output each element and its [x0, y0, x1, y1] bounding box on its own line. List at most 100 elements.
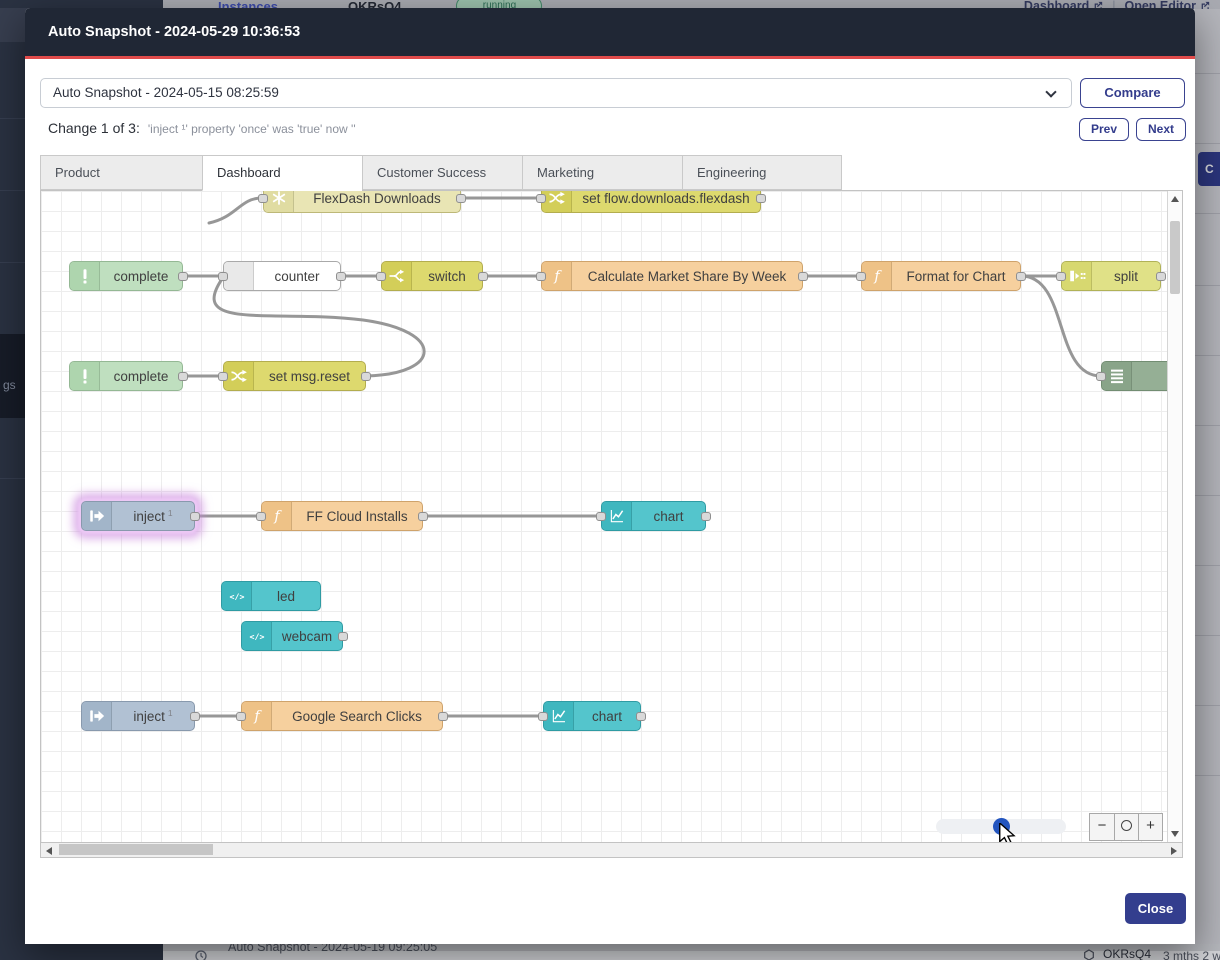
- scroll-left-arrow[interactable]: [46, 847, 52, 855]
- flow-node-calculate-market-share: fCalculate Market Share By Week: [541, 261, 803, 291]
- flow-node-chart-2: chart: [543, 701, 641, 731]
- input-port: [596, 512, 606, 521]
- vertical-scrollbar-thumb[interactable]: [1170, 221, 1180, 294]
- flow-node-label: split: [1092, 262, 1160, 290]
- change-icon: [224, 362, 254, 390]
- flow-canvas-wrap: FlexDash Downloads set flow.downloads.fle…: [40, 190, 1183, 843]
- input-port: [538, 712, 548, 721]
- function-icon: f: [242, 702, 272, 730]
- input-port: [536, 272, 546, 281]
- flow-node-label: inject1: [112, 502, 194, 530]
- flow-node-label: complete: [100, 362, 182, 390]
- modal-title: Auto Snapshot - 2024-05-29 10:36:53: [48, 24, 300, 40]
- flow-node-flexdash-downloads: FlexDash Downloads: [263, 191, 461, 213]
- svg-text:f: f: [273, 509, 282, 525]
- input-port: [1056, 272, 1066, 281]
- scroll-up-arrow[interactable]: [1171, 196, 1179, 202]
- next-button[interactable]: Next: [1136, 118, 1186, 141]
- mouse-cursor-icon: [998, 823, 1018, 842]
- modal-accent-line: [25, 56, 1195, 59]
- output-port: [1016, 272, 1026, 281]
- output-port: [438, 712, 448, 721]
- flow-node-set-msg-reset: set msg.reset: [223, 361, 366, 391]
- snapshot-select-value: Auto Snapshot - 2024-05-15 08:25:59: [53, 85, 279, 100]
- zoom-out-button[interactable]: −: [1090, 814, 1114, 840]
- change-icon: [542, 191, 572, 212]
- scroll-down-arrow[interactable]: [1171, 831, 1179, 837]
- split-icon: [1062, 262, 1092, 290]
- svg-text:f: f: [873, 269, 882, 285]
- flow-node-label: chart: [574, 702, 640, 730]
- flow-node-label: inject1: [112, 702, 194, 730]
- input-port: [376, 272, 386, 281]
- function-icon: f: [262, 502, 292, 530]
- input-port: [536, 194, 546, 203]
- chart-icon: [602, 502, 632, 530]
- snapshot-select[interactable]: Auto Snapshot - 2024-05-15 08:25:59: [40, 78, 1072, 108]
- tab-engineering[interactable]: Engineering: [682, 155, 842, 190]
- snapshot-modal: Auto Snapshot - 2024-05-29 10:36:53 Auto…: [25, 8, 1195, 944]
- flow-node-label: counter: [254, 262, 340, 290]
- flow-node-label: webcam: [272, 622, 342, 650]
- debug-icon: [1102, 362, 1132, 390]
- tab-marketing[interactable]: Marketing: [522, 155, 682, 190]
- input-port: [258, 194, 268, 203]
- flow-node-inject-2: inject1: [81, 701, 195, 731]
- input-port: [218, 272, 228, 281]
- svg-text:f: f: [253, 709, 262, 725]
- zoom-reset-icon: [1121, 820, 1132, 831]
- svg-text:f: f: [553, 269, 562, 285]
- chart-icon: [544, 702, 574, 730]
- zoom-in-button[interactable]: +: [1138, 814, 1162, 840]
- output-port: [798, 272, 808, 281]
- flow-node-label: Format for Chart: [892, 262, 1020, 290]
- svg-text:</>: </>: [249, 631, 264, 641]
- tab-dashboard[interactable]: Dashboard: [202, 155, 362, 191]
- page: gs Instances OKRsQ4 running Dashboard | …: [0, 0, 1220, 960]
- output-port: [361, 372, 371, 381]
- flow-tabbar: Product Dashboard Customer Success Marke…: [40, 155, 842, 191]
- flow-node-webcam: </> webcam: [241, 621, 343, 651]
- flow-node-chart-1: chart: [601, 501, 706, 531]
- flow-node-label: Google Search Clicks: [272, 702, 442, 730]
- flow-node-complete-1: complete: [69, 261, 183, 291]
- flow-canvas: FlexDash Downloads set flow.downloads.fle…: [41, 191, 1167, 842]
- code-icon: </>: [222, 582, 252, 610]
- input-port: [218, 372, 228, 381]
- flow-wire: [209, 198, 262, 223]
- inject-icon: [82, 702, 112, 730]
- flow-node-label: chart: [632, 502, 705, 530]
- tab-product[interactable]: Product: [40, 155, 202, 190]
- output-port: [178, 372, 188, 381]
- function-icon: f: [542, 262, 572, 290]
- scroll-right-arrow[interactable]: [1171, 847, 1177, 855]
- switch-icon: [382, 262, 412, 290]
- flow-node-label: FlexDash Downloads: [294, 191, 460, 212]
- flow-node-label: complete: [100, 262, 182, 290]
- flow-node-set-flow-downloads-flexdash: set flow.downloads.flexdash: [541, 191, 761, 213]
- flow-node-debug: debug: [1101, 361, 1167, 391]
- horizontal-scrollbar[interactable]: [40, 843, 1183, 858]
- output-port: [190, 712, 200, 721]
- prev-button[interactable]: Prev: [1079, 118, 1129, 141]
- output-port: [178, 272, 188, 281]
- input-port: [236, 712, 246, 721]
- change-nav-row: Change 1 of 3:'inject ¹' property 'once'…: [48, 120, 356, 136]
- tab-customer-success[interactable]: Customer Success: [362, 155, 522, 190]
- horizontal-scrollbar-thumb[interactable]: [59, 844, 213, 855]
- zoom-reset-button[interactable]: [1114, 814, 1138, 840]
- inject-icon: [82, 502, 112, 530]
- output-port: [418, 512, 428, 521]
- flow-node-counter: counter: [223, 261, 341, 291]
- flow-node-complete-2: complete: [69, 361, 183, 391]
- flow-node-label: switch: [412, 262, 482, 290]
- close-button[interactable]: Close: [1125, 893, 1186, 924]
- compare-button[interactable]: Compare: [1080, 78, 1185, 108]
- output-port: [756, 194, 766, 203]
- svg-text:</>: </>: [229, 591, 244, 601]
- output-port: [338, 632, 348, 641]
- vertical-scrollbar[interactable]: [1167, 191, 1182, 842]
- flow-node-label: debug: [1132, 362, 1167, 390]
- modal-header: Auto Snapshot - 2024-05-29 10:36:53: [25, 8, 1195, 56]
- flow-node-label: set msg.reset: [254, 362, 365, 390]
